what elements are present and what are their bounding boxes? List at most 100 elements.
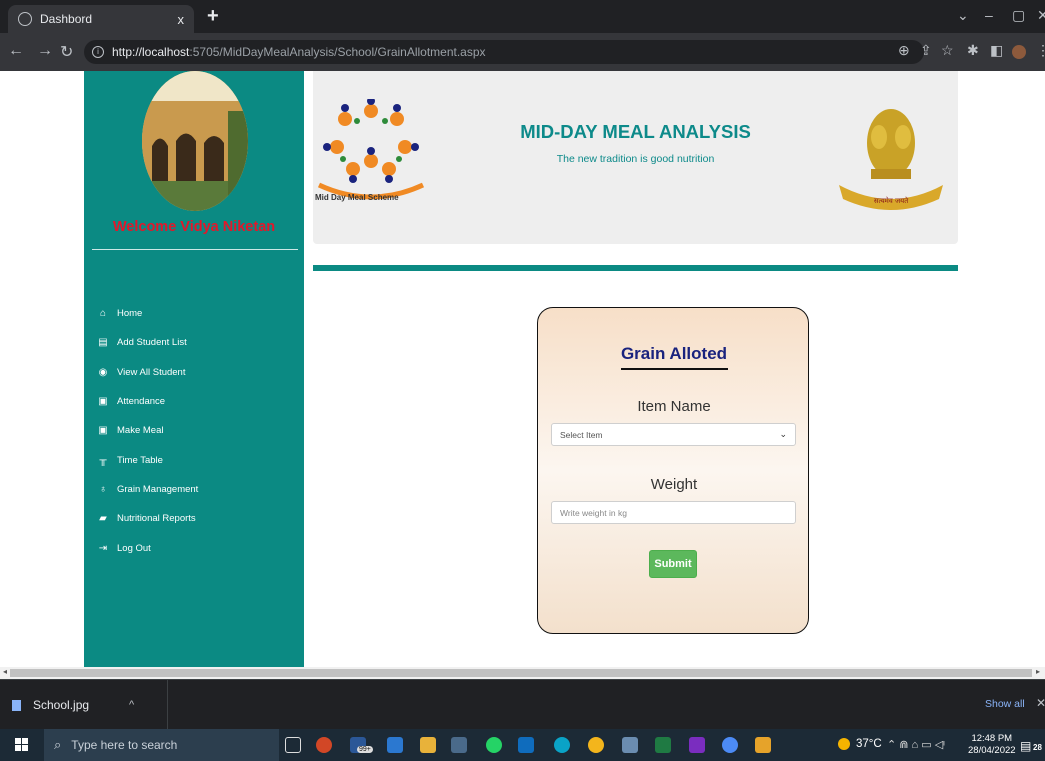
tab-title: Dashbord <box>40 12 93 26</box>
info-icon[interactable]: i <box>92 46 104 58</box>
visual-studio-icon[interactable] <box>689 737 705 753</box>
timetable-icon: ╥ <box>99 454 107 466</box>
sidebar-item-view-all-student[interactable]: ◉ View All Student <box>97 358 198 387</box>
weather-sun-icon <box>838 738 850 750</box>
weather-widget[interactable]: 37°C <box>838 738 882 750</box>
edge-icon[interactable] <box>554 737 570 753</box>
tab-search-icon[interactable]: ⌄ <box>957 7 969 24</box>
word-icon[interactable] <box>387 737 403 753</box>
download-shelf: School.jpg ^ Show all ✕ <box>0 679 1045 730</box>
sidebar-item-nutritional-reports[interactable]: ▰ Nutritional Reports <box>97 504 198 533</box>
horizontal-scrollbar[interactable]: ◂ ▸ <box>0 667 1045 679</box>
notification-count: 28 <box>1033 743 1042 752</box>
close-window-icon[interactable]: ✕ <box>1037 7 1045 24</box>
header-banner: Mid Day Meal Scheme MID-DAY MEAL ANALYSI… <box>313 71 958 244</box>
clock-time: 12:48 PM <box>971 733 1013 744</box>
national-emblem-icon: सत्यमेव जयते <box>839 109 943 210</box>
school-photo <box>142 71 248 211</box>
clock[interactable]: 12:48 PM 28/04/2022 <box>968 733 1016 757</box>
share-icon[interactable]: ⇪ <box>920 42 932 59</box>
sidebar-item-label: Time Table <box>117 454 163 466</box>
add-student-icon: ▤ <box>98 337 108 349</box>
folder-icon: ▰ <box>99 513 107 525</box>
heading-underline <box>621 368 728 370</box>
scroll-right-icon[interactable]: ▸ <box>1036 667 1040 676</box>
chrome-profile-icon[interactable] <box>722 737 738 753</box>
sidebar-divider <box>92 249 298 250</box>
notepad-icon[interactable] <box>622 737 638 753</box>
sidebar: Welcome Vidya Niketan ⌂ Home ▤ Add Student… <box>84 71 304 667</box>
restore-icon[interactable]: ▢ <box>1012 7 1025 24</box>
logout-icon: ⇥ <box>98 542 108 554</box>
chevron-up-icon[interactable]: ^ <box>129 699 134 711</box>
download-file-name: School.jpg <box>33 698 90 712</box>
outlook-icon[interactable] <box>518 737 534 753</box>
task-view-icon[interactable] <box>285 737 301 753</box>
tools-icon[interactable] <box>755 737 771 753</box>
sidebar-item-attendance[interactable]: ▣ Attendance <box>97 387 198 416</box>
banner-divider <box>313 265 958 271</box>
attendance-icon: ▣ <box>98 396 108 408</box>
weight-placeholder: Write weight in kg <box>560 507 627 518</box>
url-path: :5705/MidDayMealAnalysis/School/GrainAll… <box>189 45 486 59</box>
sidebar-item-time-table[interactable]: ╥ Time Table <box>97 445 198 474</box>
home-icon: ⌂ <box>99 308 107 320</box>
globe-icon <box>18 12 32 26</box>
mail-badge: 99+ <box>357 746 373 753</box>
welcome-text: Welcome Vidya Niketan <box>112 219 276 235</box>
system-tray-icons[interactable]: ⌃ ⋒ ⌂ ▭ ◁ᶦ <box>887 738 945 751</box>
file-explorer-icon[interactable] <box>420 737 436 753</box>
excel-icon[interactable] <box>655 737 671 753</box>
calculator-icon[interactable] <box>451 737 467 753</box>
submit-button[interactable]: Submit <box>649 550 697 578</box>
temperature: 37°C <box>856 738 882 750</box>
browser-tab-bar: Dashbord x + ⌄ – ▢ ✕ <box>0 0 1045 33</box>
search-placeholder: Type here to search <box>71 738 178 752</box>
side-panel-icon[interactable]: ◧ <box>990 42 1003 59</box>
minimize-icon[interactable]: – <box>985 7 993 23</box>
scroll-thumb[interactable] <box>10 669 1032 677</box>
extensions-icon[interactable]: ✱ <box>967 42 979 59</box>
item-select-value: Select Item <box>560 429 603 440</box>
notification-icon[interactable]: ▤ <box>1020 739 1031 753</box>
menu-kebab-icon[interactable]: ⋮ <box>1036 42 1045 59</box>
weight-label: Weight <box>650 476 698 493</box>
scroll-left-icon[interactable]: ◂ <box>3 667 7 676</box>
sidebar-item-label: Grain Management <box>117 483 199 495</box>
grain-allot-form: Grain Alloted Item Name Select Item ⌄ We… <box>537 307 809 634</box>
item-select[interactable]: Select Item ⌄ <box>551 423 796 446</box>
tab-close-button[interactable]: x <box>178 12 185 27</box>
zoom-icon[interactable]: ⊕ <box>898 42 910 59</box>
sidebar-menu: ⌂ Home ▤ Add Student List ◉ View All Studen… <box>97 299 198 563</box>
browser-tab[interactable]: Dashbord x <box>8 5 194 33</box>
taskbar-search[interactable]: ⌕ Type here to search <box>44 729 279 761</box>
back-icon[interactable]: ← <box>8 42 24 60</box>
sidebar-item-label: Add Student List <box>117 337 187 349</box>
chrome-icon[interactable] <box>588 737 604 753</box>
meal-icon: ▣ <box>98 425 108 437</box>
sidebar-item-log-out[interactable]: ⇥ Log Out <box>97 533 198 562</box>
show-all-button[interactable]: Show all <box>985 698 1025 710</box>
forward-icon[interactable]: → <box>37 42 53 60</box>
profile-avatar[interactable] <box>1012 45 1026 59</box>
search-icon: ⌕ <box>54 737 62 752</box>
sidebar-item-grain-management[interactable]: ♁ Grain Management <box>97 475 198 504</box>
bookmark-star-icon[interactable]: ☆ <box>941 42 954 59</box>
url-host: http://localhost <box>112 45 190 59</box>
windows-start-icon[interactable] <box>15 738 29 752</box>
sidebar-item-add-student-list[interactable]: ▤ Add Student List <box>97 328 198 357</box>
sidebar-item-label: Home <box>117 308 143 320</box>
url-field[interactable]: i http://localhost :5705/MidDayMealAnaly… <box>84 40 924 64</box>
reload-icon[interactable]: ↻ <box>60 42 73 62</box>
address-toolbar: ← → ↻ i http://localhost :5705/MidDayMea… <box>0 33 1045 71</box>
new-tab-button[interactable]: + <box>207 5 219 28</box>
close-shelf-icon[interactable]: ✕ <box>1036 696 1045 710</box>
weight-input[interactable]: Write weight in kg <box>551 501 796 524</box>
eye-icon: ◉ <box>98 366 108 378</box>
whatsapp-icon[interactable] <box>486 737 502 753</box>
powerpoint-icon[interactable] <box>316 737 332 753</box>
sidebar-item-home[interactable]: ⌂ Home <box>97 299 198 328</box>
grain-icon: ♁ <box>99 483 107 495</box>
sidebar-item-make-meal[interactable]: ▣ Make Meal <box>97 416 198 445</box>
download-item[interactable]: School.jpg ^ <box>0 680 168 730</box>
